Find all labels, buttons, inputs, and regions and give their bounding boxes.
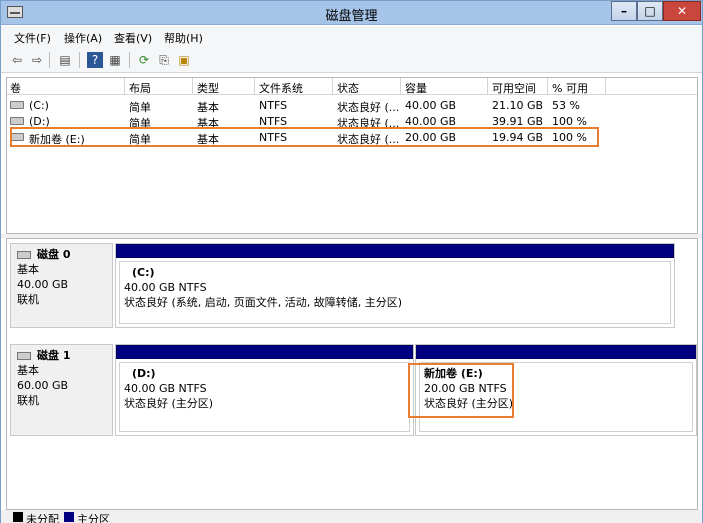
disk-icon — [17, 352, 31, 360]
column-divider[interactable] — [400, 78, 401, 95]
partition-d-status: 状态良好 (主分区) — [124, 397, 214, 410]
back-icon[interactable]: ⇦ — [9, 52, 25, 68]
menu-help[interactable]: 帮助(H) — [164, 30, 203, 46]
disk-0-name: 磁盘 0 — [17, 247, 106, 262]
menu-bar: 文件(F) 操作(A) 查看(V) 帮助(H) — [1, 26, 702, 47]
disk-1-size: 60.00 GB — [17, 379, 69, 392]
column-divider[interactable] — [332, 78, 333, 95]
legend: 未分配 主分区 — [1, 510, 702, 523]
col-volume[interactable]: 卷 — [10, 80, 21, 96]
window-title: 磁盘管理 — [325, 9, 378, 24]
cell-filesystem: NTFS — [259, 99, 288, 112]
toolbar-separator — [79, 52, 80, 68]
cell-volume: (C:) — [29, 99, 49, 112]
highlight-box — [408, 363, 514, 418]
menu-action[interactable]: 操作(A) — [64, 30, 102, 46]
col-layout[interactable]: 布局 — [129, 80, 151, 96]
column-divider[interactable] — [254, 78, 255, 95]
refresh-icon[interactable]: ⟳ — [136, 52, 152, 68]
partition-c-status: 状态良好 (系统, 启动, 页面文件, 活动, 故障转储, 主分区) — [124, 296, 403, 309]
cell-percent-free: 53 % — [552, 99, 580, 112]
forward-icon[interactable]: ⇨ — [29, 52, 45, 68]
volume-list: 卷 布局 类型 文件系统 状态 容量 可用空间 % 可用 (C:) 简单 基本 … — [6, 77, 698, 234]
partition-d-name: (D:) — [132, 367, 156, 380]
disk-icon — [17, 251, 31, 259]
volume-list-header: 卷 布局 类型 文件系统 状态 容量 可用空间 % 可用 — [7, 78, 697, 95]
col-filesystem[interactable]: 文件系统 — [259, 80, 303, 96]
disk-1-title: 磁盘 1 — [37, 349, 71, 362]
disk-1-label[interactable]: 磁盘 1 基本 60.00 GB 联机 — [10, 344, 113, 436]
disk-0-size: 40.00 GB — [17, 278, 69, 291]
disk-graph-pane: 磁盘 0 基本 40.00 GB 联机 (C:) 40.00 GB NTFS 状… — [6, 238, 698, 510]
toolbar: ⇦ ⇨ ▤ ? ▦ ⟳ ⎘ ▣ — [1, 47, 702, 73]
minimize-button[interactable]: – — [611, 1, 637, 21]
console-tree-icon[interactable]: ▤ — [57, 52, 73, 68]
export-icon[interactable]: ⎘ — [156, 52, 172, 68]
col-percent-free[interactable]: % 可用 — [552, 80, 588, 96]
wizard-icon[interactable]: ▣ — [176, 52, 192, 68]
cell-free-space: 21.10 GB — [492, 99, 544, 112]
table-row[interactable]: (C:) 简单 基本 NTFS 状态良好 (... 40.00 GB 21.10… — [7, 97, 697, 114]
disk-1-name: 磁盘 1 — [17, 348, 106, 363]
menu-view[interactable]: 查看(V) — [114, 30, 152, 46]
disk-management-window: 磁盘管理 – □ ✕ 文件(F) 操作(A) 查看(V) 帮助(H) ⇦ ⇨ ▤… — [0, 0, 703, 523]
legend-swatch-primary — [64, 512, 74, 522]
disk-0-title: 磁盘 0 — [37, 248, 71, 261]
toolbar-separator — [129, 52, 130, 68]
close-button[interactable]: ✕ — [663, 1, 701, 21]
column-divider[interactable] — [605, 78, 606, 95]
disk-1-state: 联机 — [17, 394, 39, 407]
maximize-button[interactable]: □ — [637, 1, 663, 21]
primary-partition-bar — [116, 244, 674, 258]
legend-label-primary: 主分区 — [77, 513, 110, 523]
cell-capacity: 40.00 GB — [405, 99, 457, 112]
partition-d[interactable]: (D:) 40.00 GB NTFS 状态良好 (主分区) — [115, 344, 414, 436]
col-free-space[interactable]: 可用空间 — [492, 80, 536, 96]
legend-label-unallocated: 未分配 — [26, 513, 59, 523]
menu-file[interactable]: 文件(F) — [14, 30, 51, 46]
primary-partition-bar — [416, 345, 696, 359]
column-divider[interactable] — [487, 78, 488, 95]
toolbar-separator — [49, 52, 50, 68]
col-type[interactable]: 类型 — [197, 80, 219, 96]
primary-partition-bar — [116, 345, 413, 359]
drive-icon — [10, 101, 24, 109]
partition-c-name: (C:) — [132, 266, 155, 279]
properties-icon[interactable]: ▦ — [107, 52, 123, 68]
legend-swatch-unallocated — [13, 512, 23, 522]
disk-0-type: 基本 — [17, 263, 39, 276]
col-capacity[interactable]: 容量 — [405, 80, 427, 96]
disk-1-type: 基本 — [17, 364, 39, 377]
column-divider[interactable] — [124, 78, 125, 95]
disk-0-label[interactable]: 磁盘 0 基本 40.00 GB 联机 — [10, 243, 113, 328]
col-status[interactable]: 状态 — [337, 80, 359, 96]
partition-d-size: 40.00 GB NTFS — [124, 382, 207, 395]
disk-0-state: 联机 — [17, 293, 39, 306]
partition-c-size: 40.00 GB NTFS — [124, 281, 207, 294]
help-icon[interactable]: ? — [87, 52, 103, 68]
partition-c-body: (C:) 40.00 GB NTFS 状态良好 (系统, 启动, 页面文件, 活… — [119, 261, 671, 324]
column-divider[interactable] — [192, 78, 193, 95]
partition-c[interactable]: (C:) 40.00 GB NTFS 状态良好 (系统, 启动, 页面文件, 活… — [115, 243, 675, 328]
drive-icon — [10, 117, 24, 125]
partition-d-body: (D:) 40.00 GB NTFS 状态良好 (主分区) — [119, 362, 410, 432]
highlight-box — [10, 127, 599, 147]
title-bar[interactable]: 磁盘管理 – □ ✕ — [1, 1, 702, 25]
column-divider[interactable] — [547, 78, 548, 95]
